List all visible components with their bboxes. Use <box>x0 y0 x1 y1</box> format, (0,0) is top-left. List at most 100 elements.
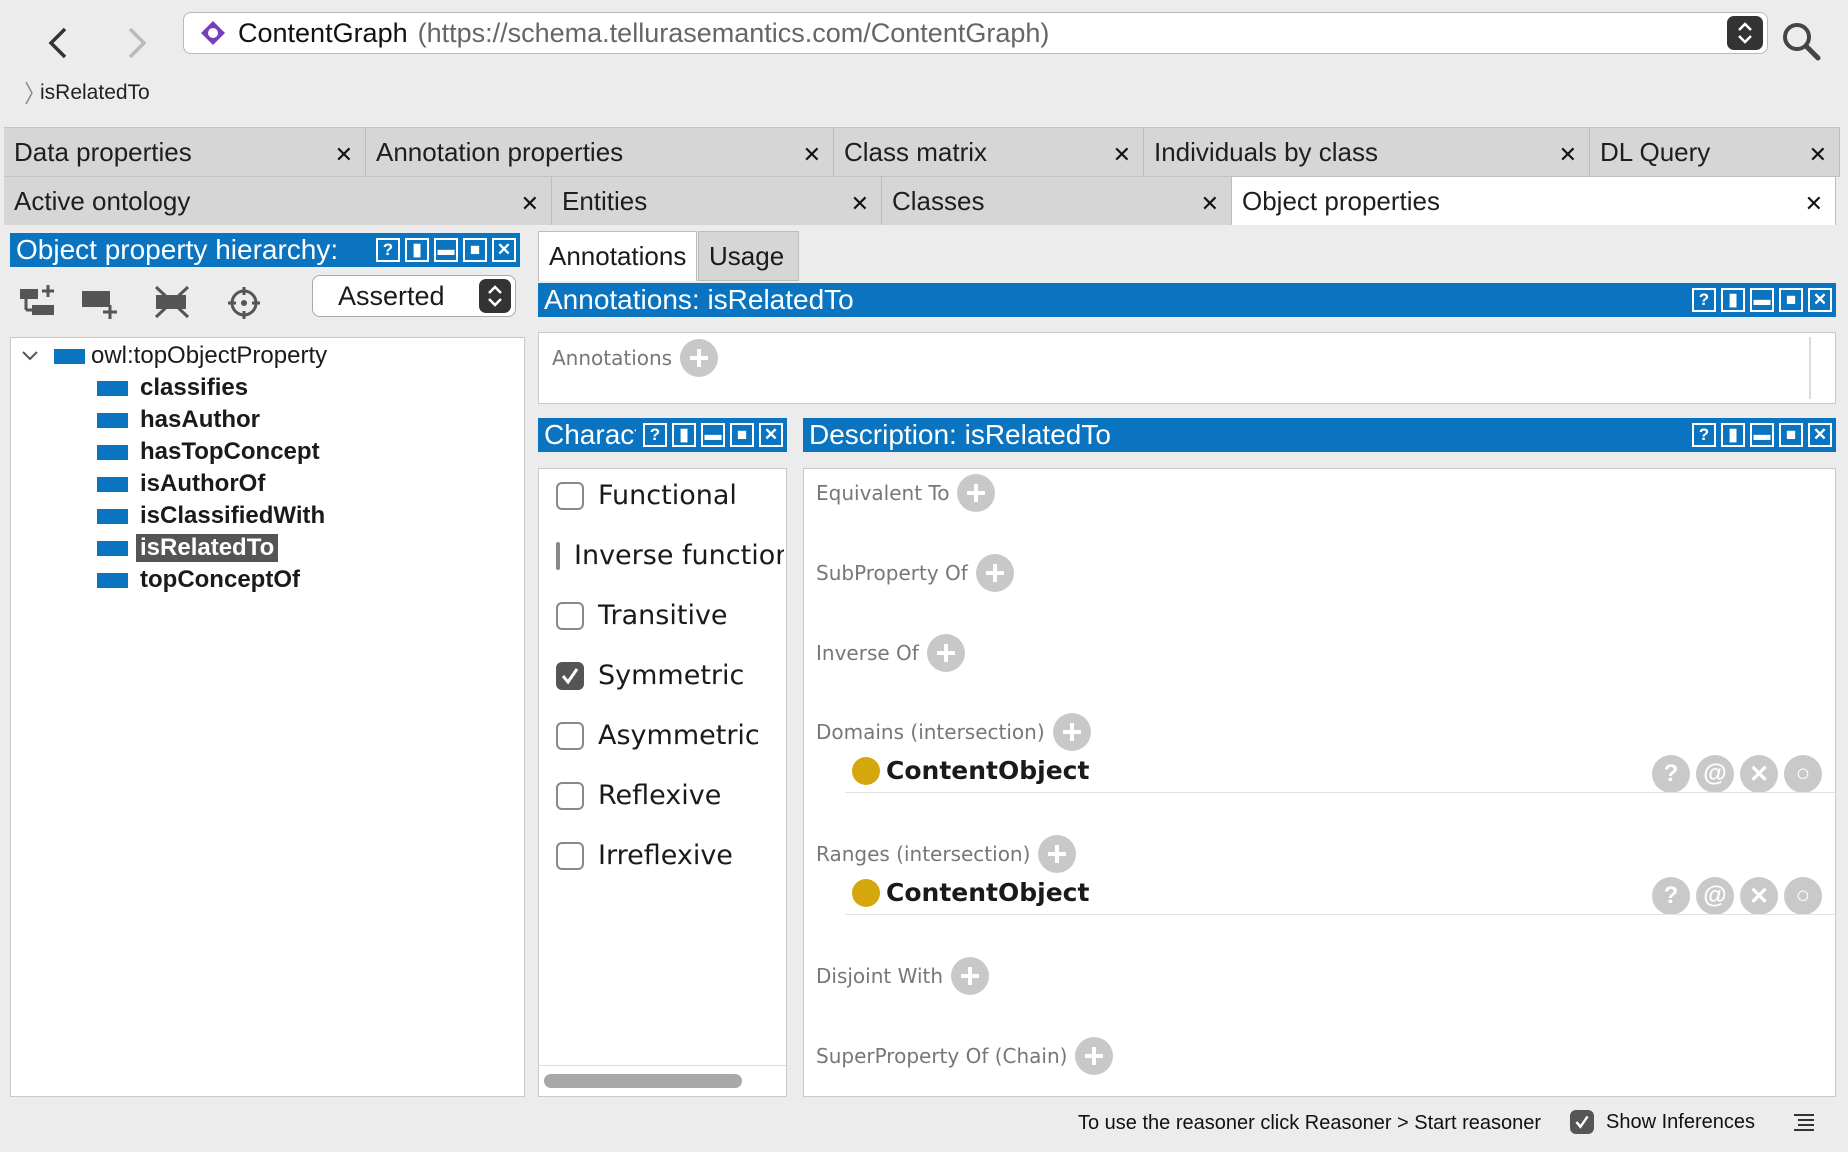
dropdown-stepper-icon[interactable] <box>1727 16 1763 50</box>
show-inferences-toggle[interactable]: Show Inferences <box>1570 1110 1755 1134</box>
search-button[interactable] <box>1780 20 1824 64</box>
close-icon[interactable]: ✕ <box>521 191 539 217</box>
chevron-down-icon[interactable] <box>20 346 40 366</box>
help-icon[interactable]: ? <box>376 238 400 262</box>
tab-usage[interactable]: Usage <box>698 231 799 281</box>
breadcrumb[interactable]: isRelatedTo <box>24 80 150 106</box>
symmetric-checkbox[interactable]: Symmetric <box>556 660 744 691</box>
checkbox[interactable] <box>556 541 560 570</box>
close-icon[interactable]: ✕ <box>803 142 821 168</box>
transitive-checkbox[interactable]: Transitive <box>556 600 728 631</box>
delete-button[interactable]: ✕ <box>1740 755 1778 793</box>
checkbox[interactable] <box>556 481 584 510</box>
help-icon[interactable]: ? <box>1692 288 1716 312</box>
close-icon[interactable]: ✕ <box>335 142 353 168</box>
close-icon[interactable]: ✕ <box>759 423 783 447</box>
add-annotation-button[interactable] <box>680 339 719 377</box>
back-button[interactable] <box>33 18 83 68</box>
split-icon[interactable]: ▮ <box>405 238 429 262</box>
functional-checkbox[interactable]: Functional <box>556 480 737 511</box>
hierarchy-mode-select[interactable]: Asserted <box>312 275 516 317</box>
explain-button[interactable]: ? <box>1652 877 1690 915</box>
maximize-icon[interactable]: ■ <box>1779 288 1803 312</box>
range-entry[interactable]: ContentObject <box>852 878 1089 907</box>
maximize-icon[interactable]: ■ <box>463 238 487 262</box>
help-icon[interactable]: ? <box>643 423 667 447</box>
add-chain-button[interactable] <box>1075 1037 1114 1075</box>
edit-button[interactable]: ○ <box>1784 877 1822 915</box>
minimize-icon[interactable]: ▬ <box>1750 423 1774 447</box>
minimize-icon[interactable]: ▬ <box>434 238 458 262</box>
tab-annotations[interactable]: Annotations <box>538 231 697 281</box>
ontology-selector[interactable]: ContentGraph (https://schema.tellurasema… <box>183 12 1768 54</box>
log-icon[interactable] <box>1792 1111 1816 1135</box>
checkbox[interactable] <box>556 721 584 750</box>
tab-data-properties[interactable]: Data properties ✕ <box>4 128 366 176</box>
irreflexive-checkbox[interactable]: Irreflexive <box>556 840 733 871</box>
annotate-button[interactable]: @ <box>1696 755 1734 793</box>
add-disjoint-button[interactable] <box>951 957 990 995</box>
close-icon[interactable]: ✕ <box>492 238 516 262</box>
breadcrumb-item[interactable]: isRelatedTo <box>40 81 150 105</box>
maximize-icon[interactable]: ■ <box>730 423 754 447</box>
close-icon[interactable]: ✕ <box>1559 142 1577 168</box>
checkbox[interactable] <box>556 841 584 870</box>
minimize-icon[interactable]: ▬ <box>701 423 725 447</box>
close-icon[interactable]: ✕ <box>1113 142 1131 168</box>
tree-item[interactable]: hasAuthor <box>97 405 264 435</box>
delete-button[interactable]: ✕ <box>1740 877 1778 915</box>
checkbox-checked[interactable] <box>1570 1110 1594 1134</box>
maximize-icon[interactable]: ■ <box>1779 423 1803 447</box>
add-range-button[interactable] <box>1038 835 1077 873</box>
tab-individuals-by-class[interactable]: Individuals by class ✕ <box>1144 128 1590 176</box>
add-subproperty-of-button[interactable] <box>975 554 1014 592</box>
tree-item[interactable]: isClassifiedWith <box>97 501 329 531</box>
hierarchy-title: Object property hierarchy: <box>16 234 339 265</box>
close-icon[interactable]: ✕ <box>1201 191 1219 217</box>
checkbox[interactable] <box>556 781 584 810</box>
tab-dl-query[interactable]: DL Query ✕ <box>1590 128 1840 176</box>
tab-class-matrix[interactable]: Class matrix ✕ <box>834 128 1144 176</box>
tree-item[interactable]: hasTopConcept <box>97 437 324 467</box>
horizontal-scrollbar[interactable] <box>544 1074 742 1088</box>
edit-button[interactable]: ○ <box>1784 755 1822 793</box>
tab-active-ontology[interactable]: Active ontology ✕ <box>4 177 552 225</box>
split-icon[interactable]: ▮ <box>1721 288 1745 312</box>
domain-entry[interactable]: ContentObject <box>852 756 1089 785</box>
explain-button[interactable]: ? <box>1652 755 1690 793</box>
annotate-button[interactable]: @ <box>1696 877 1734 915</box>
split-icon[interactable]: ▮ <box>672 423 696 447</box>
add-inverse-of-button[interactable] <box>926 634 965 672</box>
close-icon[interactable]: ✕ <box>1805 191 1823 217</box>
help-icon[interactable]: ? <box>1692 423 1716 447</box>
close-icon[interactable]: ✕ <box>1808 288 1832 312</box>
delete-property-icon[interactable] <box>152 283 194 321</box>
add-domain-button[interactable] <box>1052 713 1091 751</box>
reflexive-checkbox[interactable]: Reflexive <box>556 780 721 811</box>
tab-classes[interactable]: Classes ✕ <box>882 177 1232 225</box>
tab-entities[interactable]: Entities ✕ <box>552 177 882 225</box>
inverse-functional-checkbox[interactable]: Inverse functional <box>556 540 784 571</box>
tree-root[interactable]: owl:topObjectProperty <box>20 341 327 371</box>
scrollbar[interactable] <box>1809 337 1811 399</box>
split-icon[interactable]: ▮ <box>1721 423 1745 447</box>
add-subproperty-icon[interactable] <box>18 283 60 321</box>
close-icon[interactable]: ✕ <box>1809 142 1827 168</box>
checkbox-checked[interactable] <box>556 661 584 690</box>
asymmetric-checkbox[interactable]: Asymmetric <box>556 720 760 751</box>
tab-annotation-properties[interactable]: Annotation properties ✕ <box>366 128 834 176</box>
minimize-icon[interactable]: ▬ <box>1750 288 1774 312</box>
locate-icon[interactable] <box>224 283 266 321</box>
tab-object-properties[interactable]: Object properties ✕ <box>1232 177 1836 225</box>
tree-item-selected[interactable]: isRelatedTo <box>97 533 279 563</box>
add-equivalent-button[interactable] <box>957 474 996 512</box>
close-icon[interactable]: ✕ <box>851 191 869 217</box>
close-icon[interactable]: ✕ <box>1808 423 1832 447</box>
tree-item[interactable]: isAuthorOf <box>97 469 269 499</box>
checkbox[interactable] <box>556 601 584 630</box>
object-property-icon <box>54 348 85 364</box>
tree-item[interactable]: topConceptOf <box>97 565 304 595</box>
add-sibling-property-icon[interactable] <box>80 283 122 321</box>
tree-item[interactable]: classifies <box>97 373 252 403</box>
forward-button[interactable] <box>112 18 162 68</box>
